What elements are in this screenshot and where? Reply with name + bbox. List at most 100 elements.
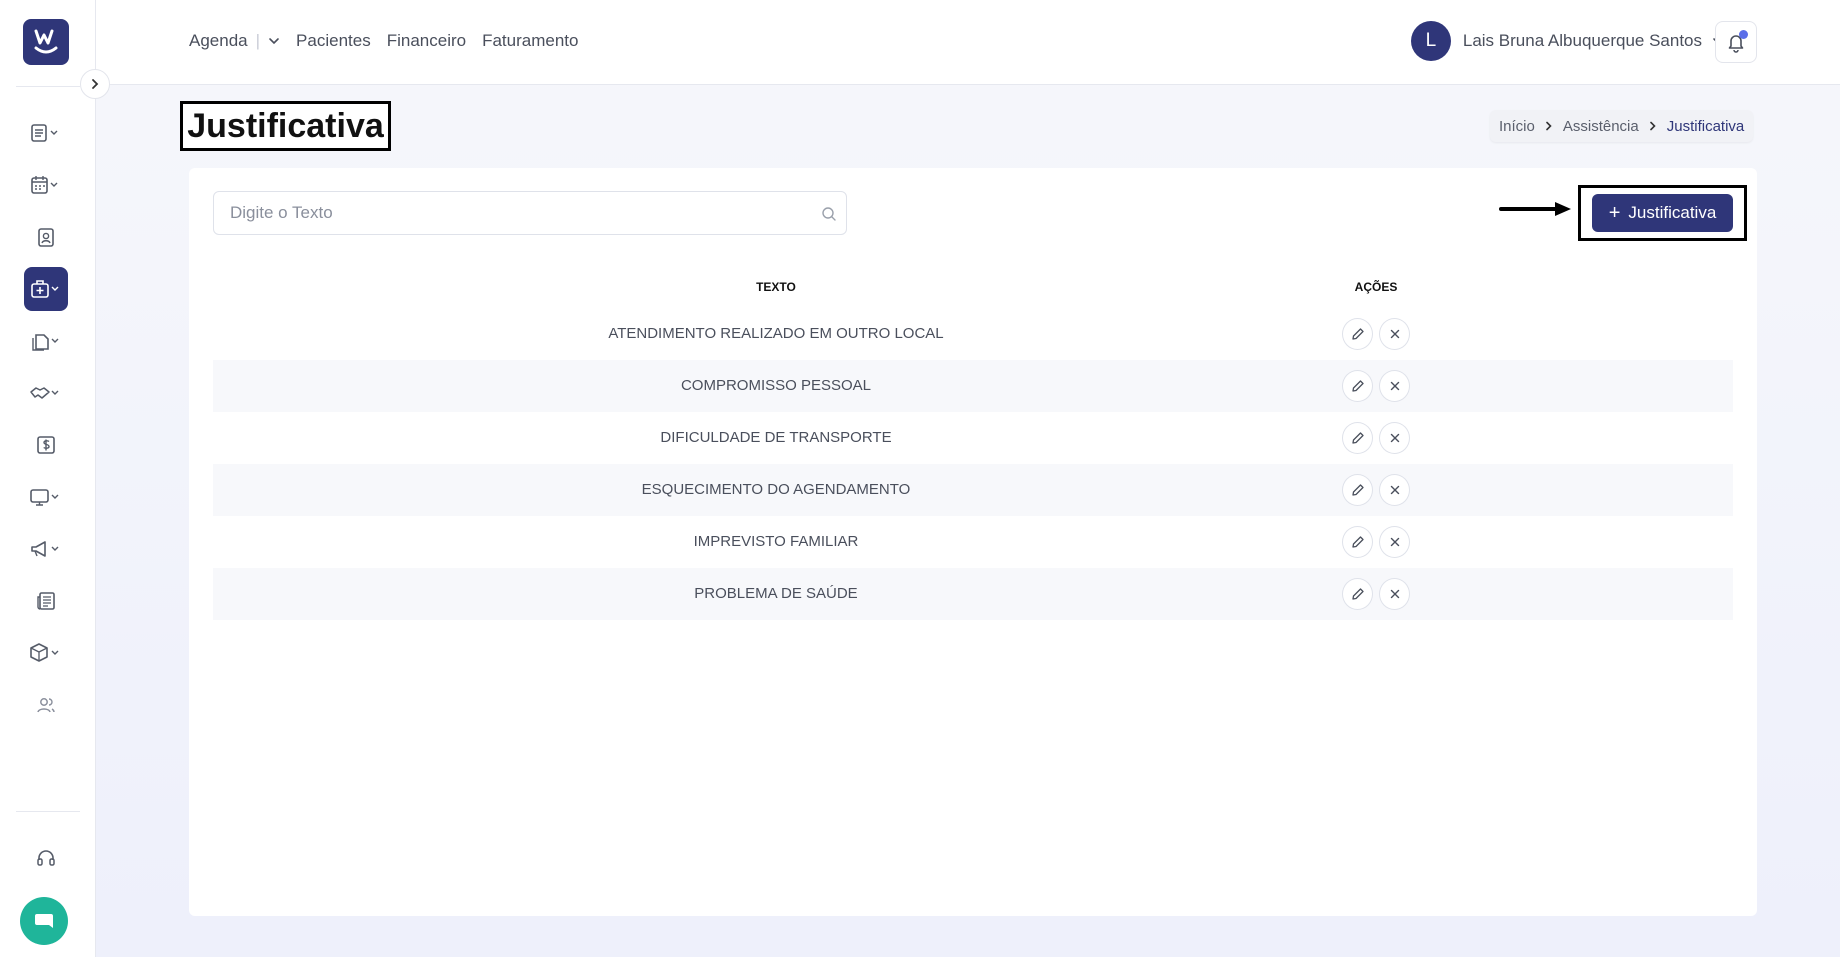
row-actions — [1339, 516, 1413, 568]
edit-button[interactable] — [1342, 422, 1373, 454]
cell-texto: ATENDIMENTO REALIZADO EM OUTRO LOCAL — [608, 325, 944, 342]
calendar-icon — [31, 176, 58, 194]
user-menu[interactable]: L Lais Bruna Albuquerque Santos — [1410, 21, 1724, 61]
top-navigation: Agenda | Pacientes Financeiro Faturament… — [189, 31, 594, 51]
sidebar-item-support[interactable] — [24, 836, 68, 880]
chevron-right-icon — [1546, 121, 1552, 131]
avatar: L — [1410, 21, 1451, 61]
close-icon — [1390, 589, 1399, 599]
delete-button[interactable] — [1379, 318, 1410, 350]
nav-pacientes[interactable]: Pacientes — [296, 31, 371, 51]
sidebar-item-users[interactable] — [24, 683, 68, 727]
close-icon — [1390, 381, 1399, 391]
pencil-icon — [1351, 380, 1364, 392]
delete-button[interactable] — [1379, 578, 1410, 610]
breadcrumb-separator — [1648, 121, 1658, 131]
edit-button[interactable] — [1342, 370, 1373, 402]
row-actions — [1339, 308, 1413, 360]
column-header-acoes: AÇÕES — [1354, 280, 1398, 294]
row-actions — [1339, 464, 1413, 516]
dollar-icon — [37, 436, 55, 454]
pencil-icon — [1351, 432, 1364, 444]
medical-bag-icon — [31, 280, 59, 298]
sidebar-item-reports[interactable] — [24, 579, 68, 623]
sidebar-item-assistance[interactable] — [24, 267, 68, 311]
search-input[interactable] — [214, 192, 846, 234]
close-icon — [1390, 485, 1399, 495]
pencil-icon — [1351, 328, 1364, 340]
notification-dot — [1739, 30, 1748, 39]
edit-button[interactable] — [1342, 578, 1373, 610]
breadcrumb-home[interactable]: Início — [1499, 118, 1535, 135]
id-badge-icon — [38, 228, 54, 247]
column-header-texto[interactable]: TEXTO — [213, 280, 1339, 294]
table-row: IMPREVISTO FAMILIAR — [213, 516, 1733, 568]
edit-button[interactable] — [1342, 474, 1373, 506]
newspaper-icon — [37, 592, 55, 610]
chat-icon — [35, 914, 53, 928]
row-actions — [1339, 412, 1413, 464]
table-row: COMPROMISSO PESSOAL — [213, 360, 1733, 412]
breadcrumb-section[interactable]: Assistência — [1563, 118, 1639, 135]
sidebar-item-documents[interactable] — [24, 319, 68, 363]
delete-button[interactable] — [1379, 526, 1410, 558]
sidebar-divider — [16, 86, 80, 87]
search-box — [213, 191, 847, 235]
sidebar-item-calendar[interactable] — [24, 163, 68, 207]
sidebar-item-inventory[interactable] — [24, 631, 68, 675]
sidebar-item-records[interactable] — [24, 111, 68, 155]
nav-agenda-dropdown[interactable] — [268, 35, 280, 47]
notifications-button[interactable] — [1715, 21, 1757, 63]
sidebar-item-marketing[interactable] — [24, 527, 68, 571]
sidebar-item-monitor[interactable] — [24, 475, 68, 519]
delete-button[interactable] — [1379, 474, 1410, 506]
edit-button[interactable] — [1342, 526, 1373, 558]
add-justificativa-button[interactable]: + Justificativa — [1592, 194, 1733, 232]
top-bar: Agenda | Pacientes Financeiro Faturament… — [96, 0, 1840, 85]
pencil-icon — [1351, 536, 1364, 548]
sidebar-item-agreements[interactable] — [24, 371, 68, 415]
chevron-right-icon — [92, 79, 99, 89]
justificativa-table: TEXTO AÇÕES ATENDIMENTO REALIZADO EM OUT… — [213, 266, 1733, 620]
sidebar-divider — [16, 811, 80, 812]
sidebar-toggle-button[interactable] — [80, 69, 110, 99]
edit-button[interactable] — [1342, 318, 1373, 350]
sidebar — [0, 0, 96, 957]
table-row: ESQUECIMENTO DO AGENDAMENTO — [213, 464, 1733, 516]
close-icon — [1390, 329, 1399, 339]
pencil-icon — [1351, 484, 1364, 496]
megaphone-icon — [31, 541, 59, 557]
cell-texto: DIFICULDADE DE TRANSPORTE — [660, 429, 892, 446]
add-button-label: Justificativa — [1628, 203, 1717, 222]
chevron-right-icon — [1649, 121, 1656, 131]
users-icon — [37, 698, 55, 713]
monitor-icon — [30, 489, 59, 506]
pencil-icon — [1351, 588, 1364, 600]
delete-button[interactable] — [1379, 370, 1410, 402]
row-actions — [1339, 568, 1413, 620]
cell-texto: ESQUECIMENTO DO AGENDAMENTO — [641, 481, 911, 498]
close-icon — [1390, 433, 1399, 443]
add-button-highlight: + Justificativa — [1578, 185, 1747, 241]
table-header: TEXTO AÇÕES — [213, 266, 1733, 308]
nav-faturamento[interactable]: Faturamento — [482, 31, 578, 51]
nav-financeiro[interactable]: Financeiro — [387, 31, 466, 51]
table-row: DIFICULDADE DE TRANSPORTE — [213, 412, 1733, 464]
sidebar-item-finance[interactable] — [24, 423, 68, 467]
content-card: + Justificativa TEXTO AÇÕES ATENDIMENTO … — [189, 168, 1757, 916]
user-name: Lais Bruna Albuquerque Santos — [1462, 31, 1702, 50]
row-actions — [1339, 360, 1413, 412]
delete-button[interactable] — [1379, 422, 1410, 454]
file-list-icon — [31, 124, 58, 142]
table-row: PROBLEMA DE SAÚDE — [213, 568, 1733, 620]
chat-launcher[interactable] — [20, 897, 68, 945]
arrow-right-icon — [1499, 202, 1571, 216]
nav-separator: | — [255, 31, 261, 50]
sidebar-item-professionals[interactable] — [24, 215, 68, 259]
w-logo-icon — [34, 29, 58, 54]
breadcrumb: Início Assistência Justificativa — [1490, 110, 1754, 142]
cell-texto: IMPREVISTO FAMILIAR — [693, 533, 859, 550]
plus-icon: + — [1608, 202, 1621, 224]
app-logo[interactable] — [23, 19, 69, 65]
nav-agenda[interactable]: Agenda — [189, 31, 248, 51]
